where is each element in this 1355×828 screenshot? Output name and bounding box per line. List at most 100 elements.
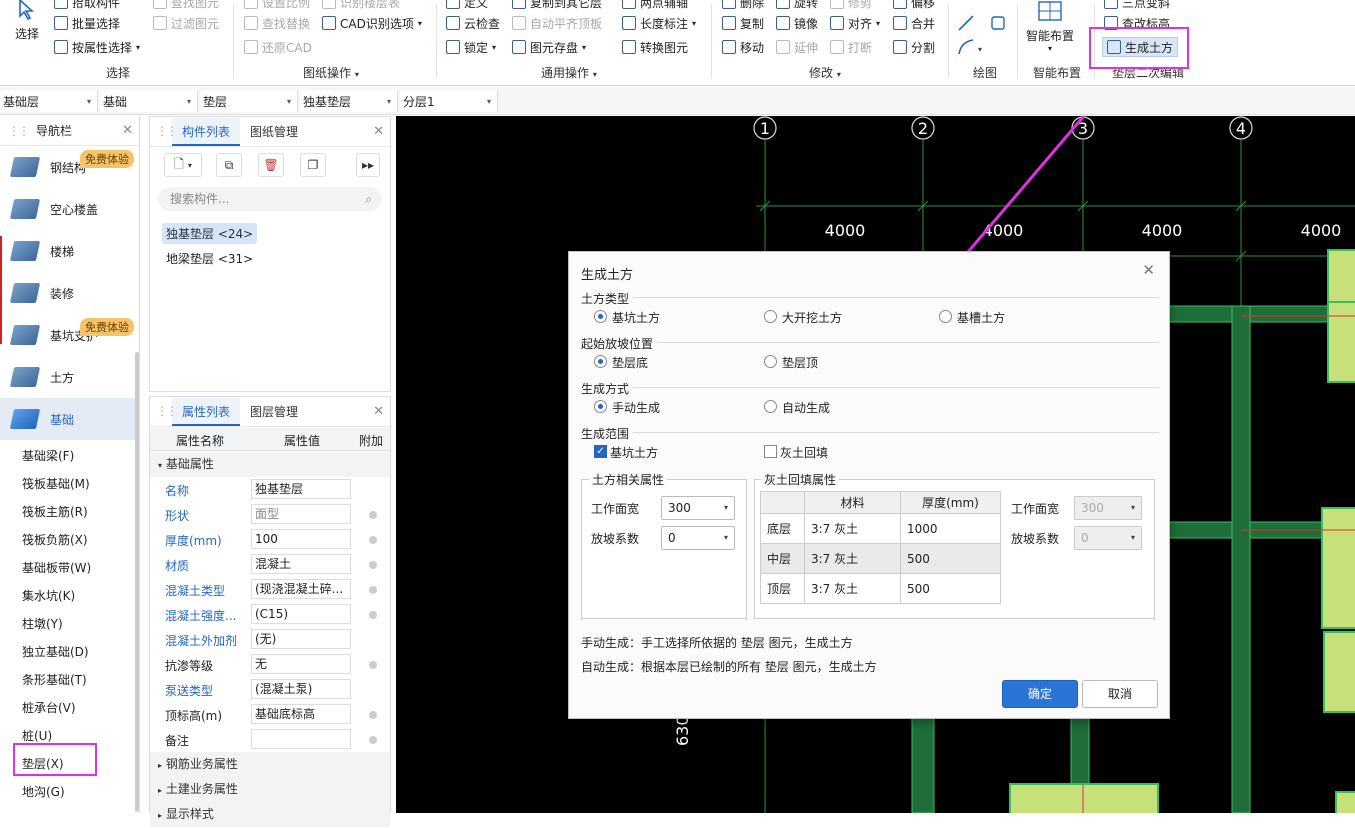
property-value[interactable]: (C15) (251, 604, 351, 624)
drag-grip-icon[interactable]: ⋮⋮ (156, 124, 178, 138)
nav-subitem[interactable]: 基础梁(F) (0, 442, 139, 470)
attach-checkbox[interactable] (369, 586, 377, 594)
two-point-axis-button[interactable]: 两点辅轴 (622, 0, 688, 12)
tab-component-list[interactable]: 构件列表 (172, 118, 241, 146)
element-save-button[interactable]: 图元存盘 ▾ (512, 37, 586, 57)
find-element-button[interactable]: 查找图元 (153, 0, 219, 12)
category-select[interactable]: 基础 ▾ (100, 90, 198, 112)
nav-category-item[interactable]: 空心楼盖 (0, 188, 139, 230)
nav-subitem[interactable]: 柱墩(Y) (0, 610, 139, 638)
property-value[interactable]: 面型 (251, 504, 351, 524)
property-value[interactable] (251, 729, 351, 749)
attach-checkbox[interactable] (369, 736, 377, 744)
nav-subitem[interactable]: 筏板主筋(R) (0, 498, 139, 526)
nav-category-item[interactable]: 基础 (0, 398, 139, 440)
select-tool-button[interactable]: 选择 (10, 0, 44, 48)
extend-button[interactable]: 延伸 (776, 37, 818, 57)
table-row[interactable]: 底层 3:7 灰土 1000 (760, 513, 1001, 544)
property-value[interactable]: (无) (251, 629, 351, 649)
close-icon[interactable]: ✕ (1142, 261, 1155, 279)
nav-subitem[interactable]: 地沟(G) (0, 778, 139, 806)
mirror-button[interactable]: 镜像 (776, 13, 818, 33)
restore-cad-button[interactable]: 还原CAD (244, 37, 312, 57)
close-icon[interactable]: ✕ (122, 123, 133, 138)
cad-recognize-options-button[interactable]: CAD识别选项 ▾ (322, 13, 422, 33)
nav-subitem[interactable]: 条形基础(T) (0, 666, 139, 694)
tab-layer-manage[interactable]: 图层管理 (240, 398, 308, 426)
close-icon[interactable]: ✕ (373, 404, 384, 419)
nav-category-item[interactable]: 装修 (0, 272, 139, 314)
table-row[interactable]: 顶层 3:7 灰土 500 (760, 573, 1001, 604)
copy-to-floor-button[interactable]: 复制到其它层 (512, 0, 602, 12)
split-button[interactable]: 分割 (893, 37, 935, 57)
prop-group[interactable]: ▸ 显示样式 (150, 802, 390, 827)
type-select[interactable]: 垫层 ▾ (200, 90, 298, 112)
scrollbar[interactable] (135, 352, 139, 812)
attach-checkbox[interactable] (369, 561, 377, 569)
prop-group[interactable]: ▸ 土建业务属性 (150, 777, 390, 802)
copy-component-button[interactable]: ⧉ (216, 153, 242, 177)
prop-group[interactable]: ▸ 钢筋业务属性 (150, 752, 390, 777)
nav-subitem[interactable]: 集水坑(K) (0, 582, 139, 610)
prop-group-basic[interactable]: ▾ 基础属性 (150, 452, 390, 477)
property-value[interactable]: 混凝土 (251, 554, 351, 574)
offset-button[interactable]: 偏移 (893, 0, 935, 12)
radio-open-excavation[interactable] (764, 310, 777, 323)
length-dimension-button[interactable]: 长度标注 ▾ (622, 13, 696, 33)
component-item[interactable]: 独基垫层 <24> (162, 223, 258, 244)
attach-checkbox[interactable] (369, 711, 377, 719)
nav-subitem[interactable]: 基础板带(W) (0, 554, 139, 582)
delete-button[interactable]: 删除 (722, 0, 764, 12)
nav-subitem[interactable]: 筏板负筋(X) (0, 526, 139, 554)
pick-component-button[interactable]: 拾取构件 (54, 0, 120, 12)
attach-checkbox[interactable] (369, 611, 377, 619)
nav-category-item[interactable]: 土方 (0, 356, 139, 398)
layer-copy-button[interactable]: ❐ (300, 153, 326, 177)
convert-element-button[interactable]: 转换图元 (622, 37, 688, 57)
nav-subitem[interactable]: 独立基础(D) (0, 638, 139, 666)
draw-tools-icon[interactable]: ▾ (956, 10, 1006, 60)
checkbox-lime-backfill[interactable] (764, 445, 777, 458)
cloud-check-button[interactable]: 云检查 (446, 13, 500, 33)
component-item[interactable]: 地梁垫层 <31> (162, 248, 257, 269)
ok-button[interactable]: 确定 (1002, 680, 1078, 708)
radio-cushion-top[interactable] (764, 355, 777, 368)
new-component-button[interactable]: 🗋 ▾ (164, 153, 202, 177)
find-replace-button[interactable]: 查找替换 (244, 13, 310, 33)
drag-grip-icon[interactable]: ⋮⋮ (8, 124, 30, 138)
align-button[interactable]: 对齐 ▾ (830, 13, 880, 33)
more-button[interactable]: ▸▸ (356, 153, 380, 177)
checkbox-pit-earthwork[interactable]: ✓ (594, 445, 607, 458)
merge-button[interactable]: 合并 (893, 13, 935, 33)
nav-subitem[interactable]: 桩承台(V) (0, 694, 139, 722)
smart-layout-button[interactable]: 智能布置 ▾ (1022, 0, 1078, 60)
radio-auto-generate[interactable] (764, 400, 777, 413)
component-search-input[interactable]: 搜索构件... ⌕ (158, 187, 382, 211)
property-value[interactable]: 基础底标高 (251, 704, 351, 724)
recognize-floor-table-button[interactable]: 识别楼层表 (322, 0, 400, 12)
earth-slope-factor-select[interactable]: 0 ▾ (661, 526, 735, 550)
nav-category-item[interactable]: 楼梯 (0, 230, 139, 272)
lime-slope-factor-select[interactable]: 0 ▾ (1074, 526, 1142, 550)
property-value[interactable]: (混凝土泵) (251, 679, 351, 699)
property-value[interactable]: 独基垫层 (251, 479, 351, 499)
copy-button[interactable]: 复制 (722, 13, 764, 33)
trim-button[interactable]: 修剪 (830, 0, 872, 12)
layer-select[interactable]: 分层1 ▾ (400, 90, 498, 112)
rotate-button[interactable]: 旋转 (776, 0, 818, 12)
radio-trench-earthwork[interactable] (939, 310, 952, 323)
close-icon[interactable]: ✕ (373, 124, 384, 139)
attach-checkbox[interactable] (369, 661, 377, 669)
property-value[interactable]: 无 (251, 654, 351, 674)
select-by-property-button[interactable]: 按属性选择 ▾ (54, 37, 140, 57)
three-point-slope-button[interactable]: 三点变斜 (1104, 0, 1170, 12)
radio-pit-earthwork[interactable] (594, 310, 607, 323)
delete-component-button[interactable]: 🗑 (258, 153, 284, 177)
set-scale-button[interactable]: 设置比例 (244, 0, 310, 12)
tab-property-list[interactable]: 属性列表 (172, 398, 241, 426)
lime-work-width-select[interactable]: 300 ▾ (1074, 496, 1142, 520)
table-row[interactable]: 中层 3:7 灰土 500 (760, 543, 1001, 574)
property-value[interactable]: (现浇混凝土碎... (251, 579, 351, 599)
nav-category-item[interactable]: 钢结构 免费体验 (0, 146, 139, 188)
floor-select[interactable]: 基础层 ▾ (0, 90, 98, 112)
